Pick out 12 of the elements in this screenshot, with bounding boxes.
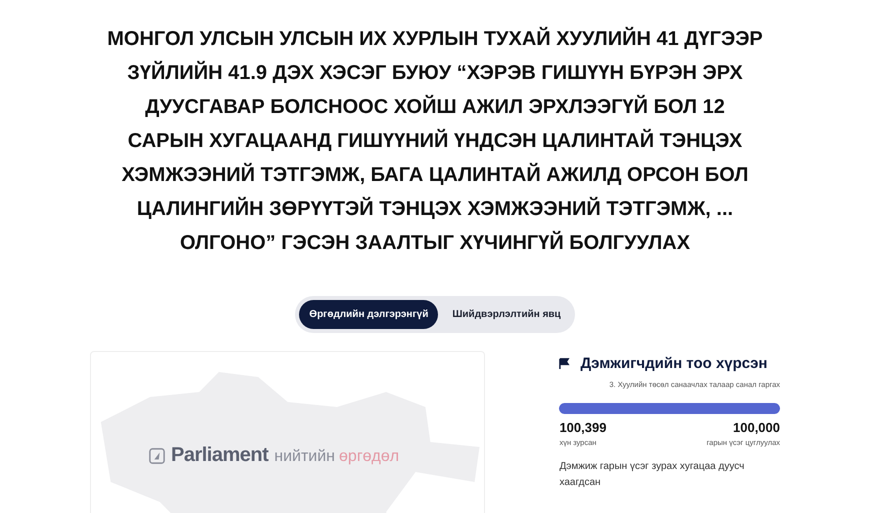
tab[interactable]: Шийдвэрлэлтийн явц [442,300,571,329]
petition-title: МОНГОЛ УЛСЫН УЛСЫН ИХ ХУРЛЫН ТУХАЙ ХУУЛИЙН 41 ДҮГЭЭР ЗҮЙЛИЙН 41.9 ДЭХ ХЭСЭГ БУЮУ “ХЭРЭВ ГИШҮҮН БҮРЭН ЭРХ ДУУСГАВАР БОЛСНООС ХОЙШ АЖИЛ ЭРХЛЭЭГҮЙ БОЛ 12 САРЫН ХУГАЦААНД ГИШҮҮНИЙ ҮНДСЭН ЦАЛИНТАЙ ТЭНЦЭХ ХЭМЖЭЭНИЙ ТЭТГЭМЖ, БАГА ЦАЛИНТАЙ АЖИЛД ОРСОН БОЛ ЦАЛИНГИЙН ЗӨРҮҮТЭЙ ТЭНЦЭХ ХЭМЖЭЭНИЙ ТЭТГЭМЖ, ... ОЛГОНО” ГЭСЭН ЗААЛТЫГ ХҮЧИНГҮЙ БОЛГУУЛАХ [106,26,764,256]
logo-text: Parliament [171,444,268,467]
tab[interactable]: Өргөдлийн дэлгэрэнгүй [299,300,438,329]
logo-text: өргөдөл [339,448,400,466]
goal-count: 100,000 [732,420,780,435]
signature-count: 100,399 [559,420,606,435]
flag-icon [559,358,570,369]
status-note: Дэмжиж гарын үсэг зурах хугацаа дуусч хаагдсан [559,460,746,490]
logo-icon [149,448,165,464]
status-heading: Дэмжигчдийн тоо хүрсэн [580,355,768,372]
logo-text: нийтийн [274,448,336,466]
